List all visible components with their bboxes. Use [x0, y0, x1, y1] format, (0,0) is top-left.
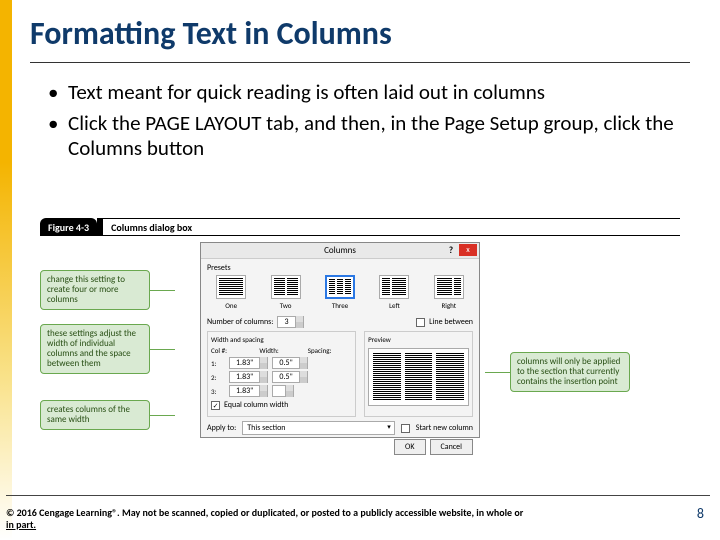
preview-label: Preview — [368, 335, 469, 344]
callout-width-spacing: these settings adjust the width of indiv… — [40, 324, 150, 374]
preset-two[interactable]: Two — [261, 275, 309, 310]
columns-dialog: Columns ? x Presets One Two Three Left R… — [200, 242, 480, 438]
preset-one[interactable]: One — [207, 275, 255, 310]
bullet-list: Text meant for quick reading is often la… — [48, 80, 678, 166]
equal-width-checkbox[interactable]: ✓ — [211, 401, 220, 410]
figure-number-tab: Figure 4-3 — [40, 218, 97, 236]
start-new-label: Start new column — [416, 423, 473, 433]
page-number: 8 — [697, 505, 704, 522]
width-spacing-panel: Width and spacing Col #: Width: Spacing:… — [207, 331, 356, 417]
col-hdr: Col #: — [211, 346, 255, 355]
figure-rule — [200, 218, 680, 236]
dialog-titlebar: Columns ? x — [201, 243, 479, 259]
figure-header: Figure 4-3 Columns dialog box — [40, 218, 680, 236]
preset-right[interactable]: Right — [425, 275, 473, 310]
apply-to-combo[interactable]: This section — [242, 421, 395, 435]
ws-header: Col #: Width: Spacing: — [211, 346, 352, 355]
dialog-title-text: Columns — [324, 245, 356, 256]
slide: Formatting Text in Columns Text meant fo… — [0, 0, 720, 540]
equal-width-label: Equal column width — [224, 400, 288, 410]
width-spinner[interactable]: 1.83" — [229, 385, 268, 397]
spacing-spinner[interactable]: 0.5" — [272, 371, 307, 383]
footer: © 2016 Cengage Learning®. May not be sca… — [6, 507, 666, 530]
ws-row: 2:1.83"0.5" — [211, 371, 352, 383]
help-icon[interactable]: ? — [449, 245, 453, 256]
figure: Figure 4-3 Columns dialog box change thi… — [40, 218, 680, 472]
ws-row: 1:1.83"0.5" — [211, 357, 352, 369]
title-underline — [30, 62, 690, 63]
figure-caption: Columns dialog box — [103, 218, 200, 236]
start-new-checkbox[interactable] — [401, 424, 410, 433]
footer-rule — [6, 495, 710, 496]
width-hdr: Width: — [259, 346, 303, 355]
ws-row: 3:1.83" — [211, 385, 352, 397]
presets-label: Presets — [207, 263, 473, 273]
width-spacing-area: Width and spacing Col #: Width: Spacing:… — [207, 331, 473, 417]
preview-panel: Preview — [364, 331, 473, 417]
copyright-sub: in part. — [6, 518, 36, 531]
bullet-item: Click the PAGE LAYOUT tab, and then, in … — [48, 111, 678, 161]
copyright-text: © 2016 Cengage Learning®. May not be sca… — [6, 506, 523, 519]
spinner-icon — [295, 316, 303, 328]
callout-apply-section: columns will only be applied to the sect… — [510, 352, 630, 392]
preview-col — [373, 353, 401, 401]
preview-col — [436, 353, 464, 401]
equal-width-row: ✓ Equal column width — [211, 400, 352, 410]
figure-body: change this setting to create four or mo… — [40, 242, 680, 472]
dialog-buttons: OK Cancel — [207, 439, 473, 455]
callout-equal-width: creates columns of the same width — [40, 400, 150, 430]
close-icon[interactable]: x — [459, 244, 477, 256]
ok-button[interactable]: OK — [394, 439, 425, 455]
line-between-checkbox[interactable] — [416, 318, 425, 327]
bullet-item: Text meant for quick reading is often la… — [48, 80, 678, 105]
presets-row: One Two Three Left Right — [207, 275, 473, 310]
width-spinner[interactable]: 1.83" — [229, 371, 268, 383]
width-spinner[interactable]: 1.83" — [229, 357, 268, 369]
slide-title: Formatting Text in Columns — [30, 14, 392, 53]
preset-three[interactable]: Three — [316, 275, 364, 310]
callout-num-columns: change this setting to create four or mo… — [40, 270, 150, 310]
num-columns-row: Number of columns: 3 Line between — [207, 316, 473, 328]
dialog-body: Presets One Two Three Left Right Number … — [201, 259, 479, 459]
width-spacing-label: Width and spacing — [211, 335, 352, 344]
apply-to-row: Apply to: This section Start new column — [207, 421, 473, 435]
preset-left[interactable]: Left — [370, 275, 418, 310]
spacing-spinner[interactable] — [272, 385, 294, 397]
num-columns-spinner[interactable]: 3 — [277, 316, 303, 328]
cancel-button[interactable]: Cancel — [430, 439, 474, 455]
spacing-spinner[interactable]: 0.5" — [272, 357, 307, 369]
apply-to-label: Apply to: — [207, 423, 236, 433]
preview-box — [368, 348, 469, 406]
accent-bar — [0, 0, 12, 540]
num-columns-label: Number of columns: — [207, 317, 273, 327]
spacing-hdr: Spacing: — [308, 346, 352, 355]
preview-col — [405, 353, 433, 401]
line-between-label: Line between — [429, 317, 473, 327]
